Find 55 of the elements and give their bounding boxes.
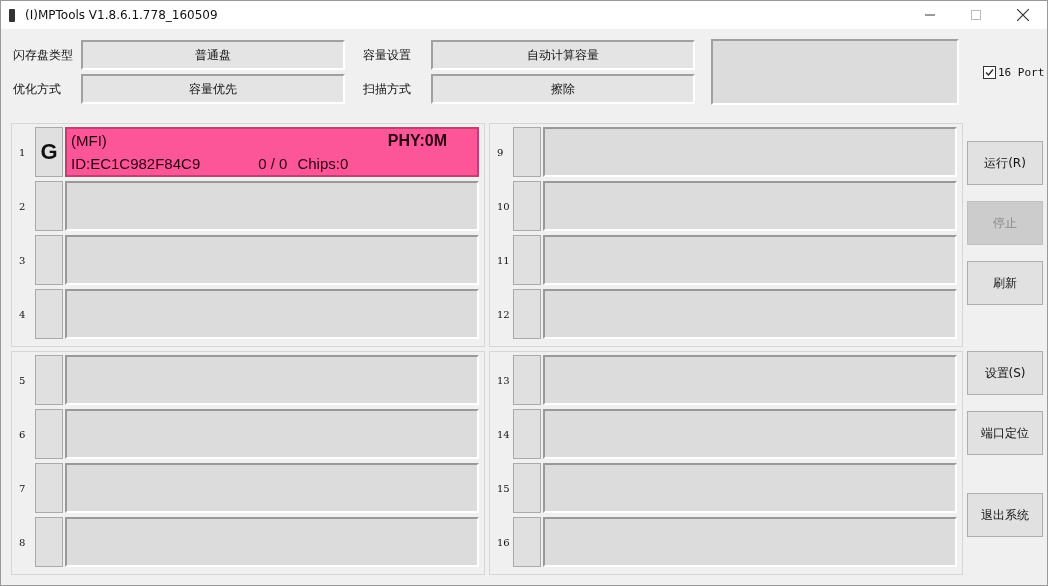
action-button[interactable]: 端口定位 xyxy=(967,411,1043,455)
setting-label: 闪存盘类型 xyxy=(13,46,74,64)
port-status xyxy=(513,127,541,177)
port-number: 1 xyxy=(18,146,27,158)
action-button[interactable]: 刷新 xyxy=(967,261,1043,305)
port-status xyxy=(513,517,541,567)
setting-field[interactable]: 自动计算容量 xyxy=(431,40,695,70)
port-number: 16 xyxy=(496,536,511,548)
setting-field[interactable]: 普通盘 xyxy=(81,40,345,70)
port-status xyxy=(513,355,541,405)
port-count: 0 / 0 xyxy=(258,155,288,172)
port-chips: Chips:0 xyxy=(297,155,349,172)
action-button[interactable]: 运行(R) xyxy=(967,141,1043,185)
port-status xyxy=(35,463,63,513)
port-status xyxy=(35,517,63,567)
port-number: 14 xyxy=(496,428,511,440)
port-status xyxy=(35,235,63,285)
port-number: 3 xyxy=(18,254,27,266)
setting-field[interactable]: 容量优先 xyxy=(81,74,345,104)
port-model: (MFI) xyxy=(71,132,107,149)
port-number: 8 xyxy=(18,536,27,548)
port-status xyxy=(513,409,541,459)
window-title: (I)MPTools V1.8.6.1.778_160509 xyxy=(25,8,218,22)
port-id: ID:EC1C982F84C9 xyxy=(71,155,201,172)
port-number: 12 xyxy=(496,308,511,320)
port-number: 13 xyxy=(496,374,511,386)
port-status xyxy=(513,235,541,285)
port-number: 6 xyxy=(18,428,27,440)
action-button[interactable]: 退出系统 xyxy=(967,493,1043,537)
setting-label: 优化方式 xyxy=(13,80,62,98)
checkbox[interactable] xyxy=(983,65,996,79)
close-icon[interactable] xyxy=(1017,9,1029,21)
port-number: 2 xyxy=(18,200,27,212)
port-number: 11 xyxy=(496,254,511,266)
port-number: 10 xyxy=(496,200,511,212)
port-status xyxy=(35,181,63,231)
port-status xyxy=(35,355,63,405)
port-number: 5 xyxy=(18,374,27,386)
port-status xyxy=(35,289,63,339)
port-number: 7 xyxy=(18,482,27,494)
port-number: 4 xyxy=(18,308,27,320)
setting-label: 扫描方式 xyxy=(363,80,412,98)
setting-field[interactable]: 擦除 xyxy=(431,74,695,104)
port-status xyxy=(513,463,541,513)
port-status xyxy=(513,181,541,231)
usb-drive-icon xyxy=(9,8,15,22)
port-status xyxy=(513,289,541,339)
setting-label: 容量设置 xyxy=(363,46,412,64)
checkbox-label[interactable]: 16 Port xyxy=(998,65,1045,79)
port-number: 9 xyxy=(496,146,505,158)
port-phy: PHY:0M xyxy=(387,131,447,150)
port-status: G xyxy=(35,127,63,177)
port-number: 15 xyxy=(496,482,511,494)
port-status xyxy=(35,409,63,459)
action-button[interactable]: 设置(S) xyxy=(967,351,1043,395)
